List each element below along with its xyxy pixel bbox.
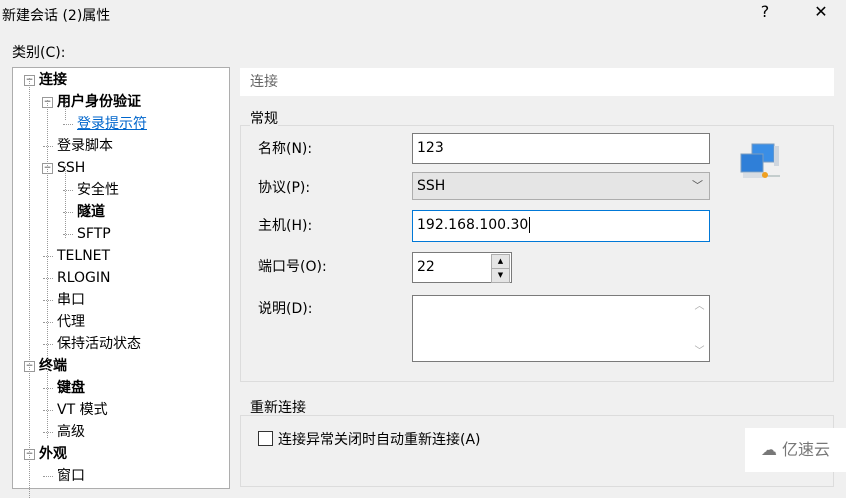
reconnect-title: 重新连接 — [250, 400, 306, 416]
host-label: 主机(H): — [258, 218, 313, 234]
network-computers-icon — [740, 143, 780, 178]
port-value: 22 — [417, 259, 435, 275]
description-input[interactable] — [412, 295, 710, 362]
tree-item[interactable]: TELNET — [57, 246, 110, 266]
tree-item[interactable]: 连接 — [39, 70, 67, 90]
tree-line — [63, 124, 73, 125]
protocol-value: SSH — [417, 178, 446, 194]
tree-item[interactable]: 安全性 — [77, 180, 119, 200]
tree-line — [65, 100, 66, 120]
tree-item[interactable]: VT 模式 — [57, 400, 108, 420]
tree-line — [47, 368, 48, 438]
tree-item[interactable]: 高级 — [57, 422, 85, 442]
chevron-down-icon: ﹀ — [692, 179, 703, 192]
tree-item[interactable]: 隧道 — [77, 202, 105, 222]
reconnect-checkbox[interactable] — [258, 431, 273, 446]
general-title: 常规 — [250, 108, 278, 128]
category-tree[interactable]: 连接 − 用户身份验证 − 登录提示符 登录脚本 SSH − 安全性 隧道 SFTP TELNET RL… — [12, 67, 230, 498]
port-down-button[interactable]: ▼ — [491, 268, 510, 283]
cloud-icon: ☁ — [760, 440, 777, 459]
tree-line — [43, 300, 53, 301]
description-label: 说明(D): — [258, 301, 313, 317]
tree-item[interactable]: 保持活动状态 — [57, 334, 141, 354]
tree-item[interactable]: 终端 — [39, 356, 67, 376]
protocol-label: 协议(P): — [258, 180, 311, 196]
tree-line — [43, 344, 53, 345]
tree-line — [43, 432, 53, 433]
name-label: 名称(N): — [258, 141, 313, 157]
tree-line — [29, 78, 30, 498]
tree-line — [43, 322, 53, 323]
tree-item[interactable]: SSH — [57, 158, 85, 178]
name-input[interactable]: 123 — [412, 133, 710, 164]
tree-line — [43, 410, 53, 411]
tree-line — [43, 278, 53, 279]
help-button[interactable]: ? — [750, 2, 780, 21]
tree-item[interactable]: 用户身份验证 — [57, 92, 141, 112]
tree-item[interactable]: 登录脚本 — [57, 136, 113, 156]
tree-line — [43, 146, 53, 147]
tree-line — [43, 256, 53, 257]
tree-item[interactable]: 代理 — [57, 312, 85, 332]
host-value: 192.168.100.30 — [417, 217, 529, 233]
tree-item[interactable]: 窗口 — [57, 466, 85, 486]
watermark: ☁ 亿速云 — [745, 428, 846, 472]
description-scrollbar[interactable]: ︿ ﹀ — [691, 297, 708, 360]
protocol-select[interactable]: SSH ﹀ — [412, 172, 710, 200]
tree-line — [47, 100, 48, 360]
watermark-text: 亿速云 — [782, 440, 831, 459]
close-button[interactable]: ✕ — [806, 2, 836, 21]
tree-item[interactable]: 登录提示符 — [77, 114, 147, 134]
category-label: 类别(C): — [12, 45, 66, 61]
port-up-button[interactable]: ▲ — [491, 254, 510, 269]
tree-item[interactable]: SFTP — [77, 224, 111, 244]
tree-line — [43, 388, 53, 389]
tree-item[interactable]: 串口 — [57, 290, 85, 310]
port-input[interactable]: 22 ▲ ▼ — [412, 252, 512, 283]
panel-header: 连接 — [240, 68, 834, 96]
reconnect-checkbox-label[interactable]: 连接异常关闭时自动重新连接(A) — [278, 429, 481, 449]
tree-item[interactable]: RLOGIN — [57, 268, 111, 288]
host-input[interactable]: 192.168.100.30 — [412, 210, 710, 242]
tree-item[interactable]: 外观 — [39, 444, 67, 464]
tree-line — [65, 166, 66, 238]
tree-item[interactable]: 键盘 — [57, 378, 85, 398]
window-title: 新建会话 (2)属性 — [2, 8, 111, 24]
port-label: 端口号(O): — [258, 259, 327, 275]
tree-line — [43, 476, 53, 477]
